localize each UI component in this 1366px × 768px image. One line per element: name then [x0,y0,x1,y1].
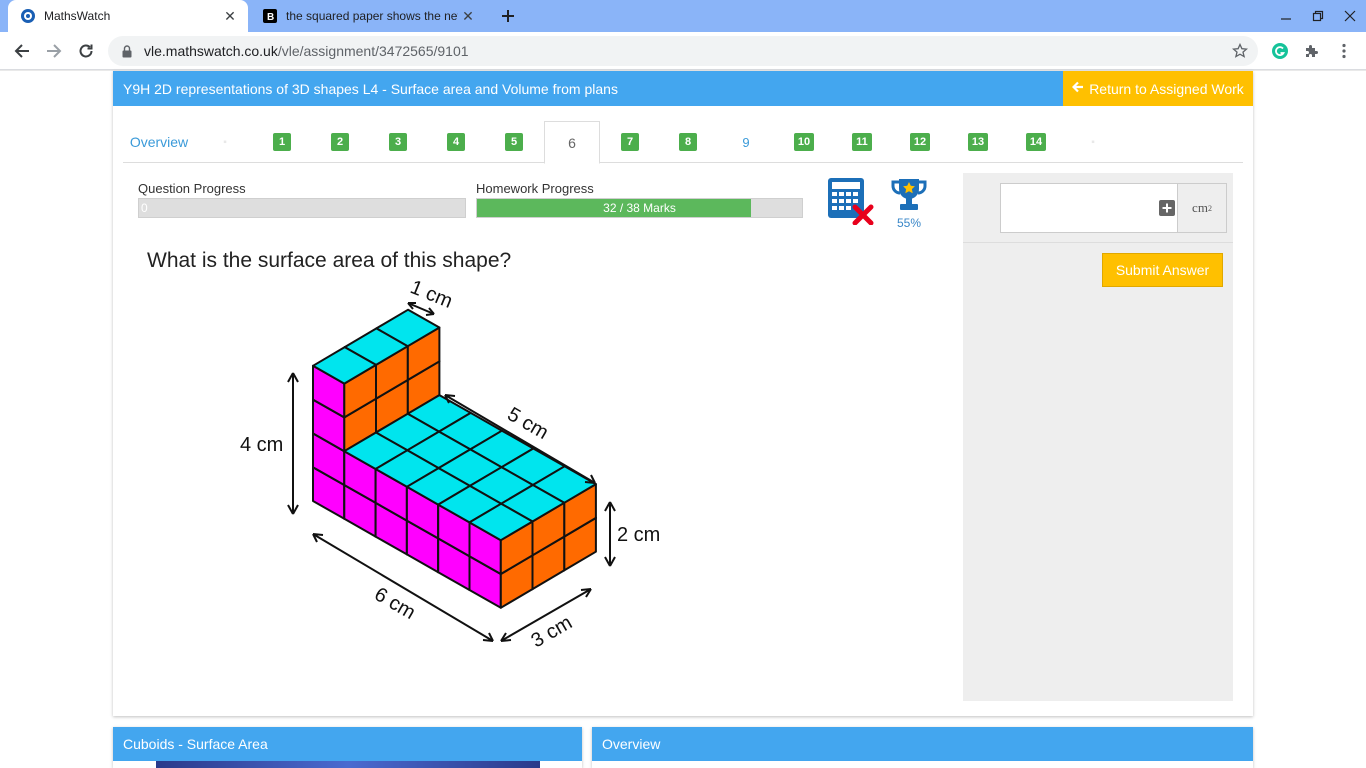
label-3cm: 3 cm [528,612,577,651]
tab-title: MathsWatch [44,9,111,23]
page-content: Y9H 2D representations of 3D shapes L4 -… [0,71,1366,768]
question-progress-label: Question Progress [138,181,246,196]
mathswatch-favicon-icon [20,8,36,24]
restore-icon[interactable] [1302,0,1334,32]
tab-question-11[interactable]: 11 [843,121,881,163]
browser-tab-bar: MathsWatch ✕ B the squared paper shows t… [0,0,1366,32]
answer-row: cm 2 [963,173,1233,243]
label-1cm: 1 cm [407,276,455,313]
label-6cm: 6 cm [371,583,420,624]
browser-toolbar: vle.mathswatch.co.uk/vle/assignment/3472… [0,32,1366,70]
plus-square-icon[interactable] [1159,200,1175,216]
homework-progress-text: 32 / 38 Marks [603,201,676,215]
homework-progress-label: Homework Progress [476,181,594,196]
browser-menu-icon[interactable] [1334,41,1354,61]
overview-card: Overview [592,727,1253,768]
tab-question-3[interactable]: 3 [379,121,417,163]
tab-separator: ▪ [223,136,227,148]
assignment-title: Y9H 2D representations of 3D shapes L4 -… [123,80,618,97]
address-bar[interactable]: vle.mathswatch.co.uk/vle/assignment/3472… [108,36,1258,66]
tab-question-4[interactable]: 4 [437,121,475,163]
extensions-puzzle-icon[interactable] [1302,41,1322,61]
svg-text:B: B [267,12,274,23]
submit-answer-button[interactable]: Submit Answer [1102,253,1223,287]
tab-question-14[interactable]: 14 [1017,121,1055,163]
label-4cm: 4 cm [240,434,283,456]
return-to-assigned-work-button[interactable]: Return to Assigned Work [1063,71,1253,106]
isometric-cube-shape: 1 cm 4 cm 5 cm 2 cm 6 cm 3 cm [240,276,660,652]
bookmark-star-icon[interactable] [1230,41,1250,61]
label-2cm: 2 cm [617,524,660,546]
tab-separator: ▪ [1091,136,1095,148]
trophy-percentage: 55% [896,216,922,230]
tab-question-10[interactable]: 10 [785,121,823,163]
tab-question-13[interactable]: 13 [959,121,997,163]
close-tab-icon[interactable]: ✕ [220,6,240,26]
tab-overview[interactable]: Overview [127,121,191,163]
new-tab-icon[interactable] [496,4,520,28]
assignment-card: Y9H 2D representations of 3D shapes L4 -… [113,71,1253,716]
tab-question-8[interactable]: 8 [669,121,707,163]
return-label: Return to Assigned Work [1089,80,1244,97]
calculator-disabled-icon[interactable] [827,177,875,226]
overview-card-title: Overview [592,727,1253,761]
close-window-icon[interactable] [1334,0,1366,32]
url-text: vle.mathswatch.co.uk/vle/assignment/3472… [144,43,469,59]
back-arrow-icon[interactable] [8,37,36,65]
question-tabs: Overview ▪ 1 2 3 4 5 6 7 8 9 10 11 12 13… [123,121,1243,164]
shape-diagram: 1 cm 4 cm 5 cm 2 cm 6 cm 3 cm [223,276,673,652]
tab-question-7[interactable]: 7 [611,121,649,163]
tab-question-12[interactable]: 12 [901,121,939,163]
tab-question-9[interactable]: 9 [727,121,765,163]
minimize-icon[interactable] [1270,0,1302,32]
question-progress-value: 0 [141,201,148,215]
trophy-icon [889,177,929,213]
grammarly-extension-icon[interactable] [1270,41,1290,61]
tab-title: the squared paper shows the net [286,9,458,23]
tab-question-5[interactable]: 5 [495,121,533,163]
reload-icon[interactable] [72,37,100,65]
brainly-favicon-icon: B [262,8,278,24]
question-text: What is the surface area of this shape? [147,249,512,272]
tab-question-6[interactable]: 6 [544,121,600,164]
answer-input[interactable] [1000,183,1178,233]
lock-icon [120,44,134,58]
tab-question-1[interactable]: 1 [263,121,301,163]
question-progress-bar: 0 [138,198,466,218]
browser-tab-mathswatch[interactable]: MathsWatch ✕ [8,0,248,32]
tab-question-2[interactable]: 2 [321,121,359,163]
arrow-left-icon [1072,81,1084,96]
forward-arrow-icon[interactable] [40,37,68,65]
video-thumbnail[interactable] [156,761,540,768]
homework-progress-bar: 32 / 38 Marks [476,198,803,218]
answer-panel: cm 2 Submit Answer [963,173,1233,701]
close-tab-icon[interactable]: ✕ [458,6,478,26]
video-card: Cuboids - Surface Area [113,727,582,768]
unit-label: cm 2 [1177,183,1227,233]
browser-tab-squared-paper[interactable]: B the squared paper shows the net ✕ [250,0,486,32]
video-card-title: Cuboids - Surface Area [113,727,582,761]
